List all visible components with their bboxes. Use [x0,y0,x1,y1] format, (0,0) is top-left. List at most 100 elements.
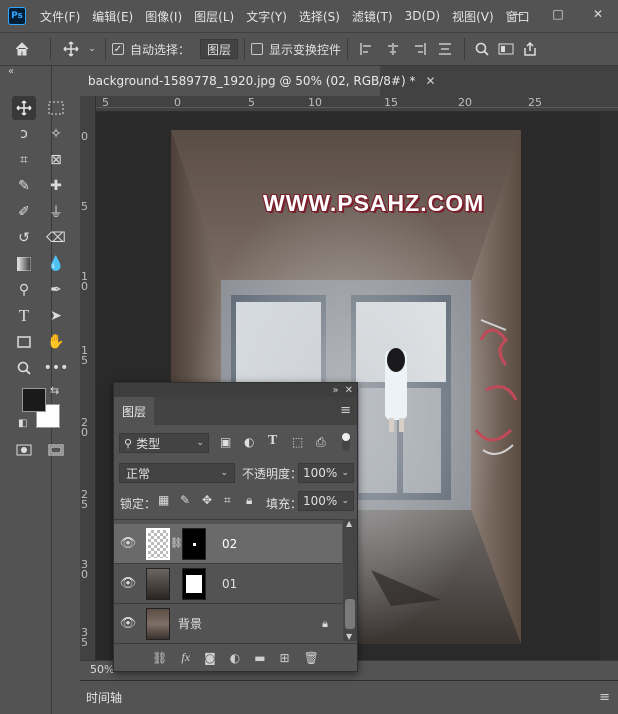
share-icon[interactable] [519,42,541,56]
menu-select[interactable]: 选择(S) [299,8,340,25]
layer-mask-thumbnail[interactable] [182,527,206,560]
align-left-icon[interactable] [354,42,380,56]
lock-position-icon[interactable]: ✥ [202,493,212,507]
tab-layers[interactable]: 图层 [114,397,154,425]
visibility-eye-icon[interactable]: 👁︎ [114,536,142,551]
show-transform-checkbox[interactable] [251,43,264,55]
pen-tool-icon[interactable]: ✒ [44,278,68,302]
gradient-tool-icon[interactable] [12,252,36,276]
lasso-tool-icon[interactable]: ↄ [12,122,36,146]
distribute-icon[interactable] [432,42,458,56]
dodge-tool-icon[interactable]: ⚲ [12,278,36,302]
foreground-color-swatch[interactable] [22,388,46,412]
type-tool-icon[interactable]: T [12,304,36,328]
maximize-button[interactable]: □ [538,0,578,28]
timeline-tab[interactable]: 时间轴 [86,689,122,706]
brush-tool-icon[interactable]: ✐ [12,200,36,224]
filter-toggle[interactable] [342,433,350,451]
menu-layer[interactable]: 图层(L) [194,8,234,25]
visibility-eye-icon[interactable]: 👁︎ [114,576,142,591]
healing-brush-tool-icon[interactable]: ✚ [44,174,68,198]
workspace-icon[interactable] [493,43,519,55]
collapse-toolbar-icon[interactable]: « [8,66,14,77]
add-mask-icon[interactable]: ◙ [204,651,216,665]
fill-field[interactable]: 100% ⌄ [298,491,354,511]
panel-menu-icon[interactable]: ≡ [599,690,610,705]
new-layer-icon[interactable]: ⊞ [280,651,290,665]
menu-view[interactable]: 视图(V) [452,8,494,25]
collapse-panel-icon[interactable]: » [332,385,338,396]
scroll-up-icon[interactable]: ▲ [346,519,352,528]
filter-smart-object-icon[interactable]: ⎙ [316,435,326,450]
close-panel-icon[interactable]: ✕ [345,385,353,396]
layer-mask-thumbnail[interactable] [182,567,206,600]
menu-edit[interactable]: 编辑(E) [92,8,133,25]
layer-thumbnail[interactable] [146,527,170,560]
stamp-tool-icon[interactable]: ⏚ [44,200,68,224]
horizontal-ruler[interactable]: 5 0 5 10 15 20 25 [96,96,618,112]
zoom-tool-icon[interactable] [12,356,36,380]
lock-image-icon[interactable]: ✎ [180,493,190,507]
move-tool-preset-icon[interactable] [57,41,85,57]
menu-image[interactable]: 图像(I) [145,8,182,25]
scroll-thumb[interactable] [345,599,355,629]
adjustment-layer-icon[interactable]: ◐ [230,651,240,665]
layer-row-background[interactable]: 👁︎ 背景 🔒︎ [114,604,342,644]
search-icon[interactable] [471,42,493,56]
opacity-field[interactable]: 100% ⌄ [298,463,354,483]
minimize-button[interactable]: — [498,0,538,28]
lock-transparent-icon[interactable]: ▦ [158,493,169,507]
visibility-eye-icon[interactable]: 👁︎ [114,616,142,631]
filter-type-icon[interactable]: T [268,433,277,449]
filter-adjustment-icon[interactable]: ◐ [244,435,254,449]
eraser-tool-icon[interactable]: ⌫ [44,226,68,250]
menu-type[interactable]: 文字(Y) [246,8,287,25]
auto-select-dropdown[interactable]: 图层 [200,39,239,59]
chevron-down-icon[interactable]: ⌄ [85,44,99,54]
layer-row-02[interactable]: 👁︎ ⛓ 02 [114,524,342,564]
zoom-level[interactable]: 50% [90,663,114,676]
layer-name[interactable]: 02 [222,537,237,551]
blur-tool-icon[interactable]: 💧 [44,252,68,276]
rectangle-tool-icon[interactable] [12,330,36,354]
default-colors-icon[interactable]: ◧ [18,418,27,429]
hand-tool-icon[interactable]: ✋ [44,330,68,354]
layer-thumbnail[interactable] [146,567,170,600]
menu-filter[interactable]: 滤镜(T) [352,8,393,25]
magic-wand-tool-icon[interactable]: ✧ [44,122,68,146]
path-selection-tool-icon[interactable]: ➤ [44,304,68,328]
auto-select-checkbox[interactable]: ✓ [112,43,124,55]
menu-file[interactable]: 文件(F) [40,8,80,25]
link-icon[interactable]: ⛓ [170,538,183,549]
fx-icon[interactable]: fx [181,650,190,665]
marquee-tool-icon[interactable] [44,96,68,120]
blend-mode-dropdown[interactable]: 正常 ⌄ [119,463,235,483]
lock-artboard-icon[interactable]: ⌗ [224,493,231,508]
panel-menu-icon[interactable]: ≡ [340,403,351,418]
menu-3d[interactable]: 3D(D) [405,9,440,23]
layer-thumbnail[interactable] [146,607,170,640]
swap-colors-icon[interactable]: ⇆ [50,384,59,397]
align-center-icon[interactable] [380,42,406,56]
history-brush-tool-icon[interactable]: ↺ [12,226,36,250]
quick-mask-icon[interactable] [12,438,36,462]
document-tab[interactable]: background-1589778_1920.jpg @ 50% (02, R… [80,66,436,96]
new-group-icon[interactable]: ▬ [254,651,265,665]
screen-mode-icon[interactable] [44,438,68,462]
close-window-button[interactable]: ✕ [578,0,618,28]
eyedropper-tool-icon[interactable]: ✎ [12,174,36,198]
filter-shape-icon[interactable]: ⬚ [292,435,303,449]
home-icon[interactable] [0,41,44,57]
frame-tool-icon[interactable]: ⊠ [44,148,68,172]
filter-pixel-icon[interactable]: ▣ [220,435,231,449]
layers-scrollbar[interactable]: ▲ ▼ [343,519,357,641]
scroll-down-icon[interactable]: ▼ [346,632,352,641]
vertical-ruler[interactable]: 0 5 1 0 1 5 2 0 2 5 3 0 3 5 [80,96,96,662]
crop-tool-icon[interactable]: ⌗ [12,148,36,172]
layer-name[interactable]: 背景 [178,615,202,632]
delete-layer-icon[interactable]: 🗑︎ [304,651,319,665]
link-layers-icon[interactable]: ⛓ [152,651,167,665]
layer-filter-dropdown[interactable]: ⚲ 类型 ⌄ [119,433,209,453]
more-tools-icon[interactable]: ••• [44,356,69,380]
close-document-icon[interactable]: ✕ [425,74,435,88]
